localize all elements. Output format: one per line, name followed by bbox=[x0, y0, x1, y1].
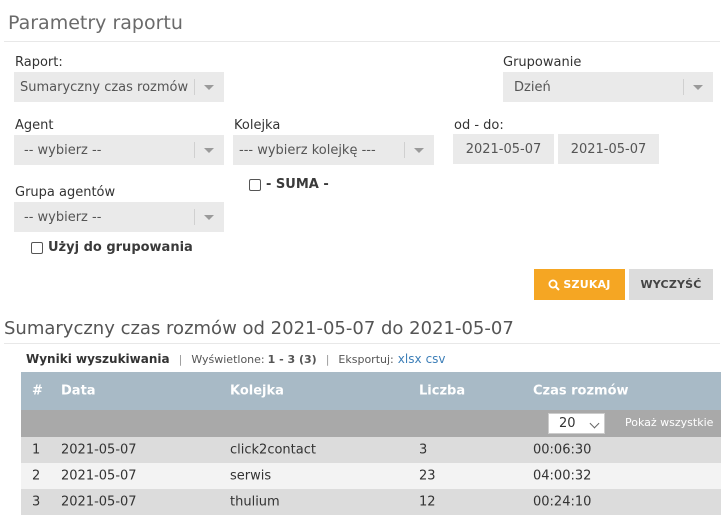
results-table: # Data Kolejka Liczba Czas rozmów 20 Pok… bbox=[21, 372, 721, 515]
row-queue: thulium bbox=[230, 494, 280, 510]
per-page-select[interactable]: 20 bbox=[548, 413, 605, 434]
date-from-value: 2021-05-07 bbox=[465, 141, 542, 157]
row-date: 2021-05-07 bbox=[61, 442, 137, 458]
grouping-select-value: Dzień bbox=[514, 79, 551, 95]
search-button-label: SZUKAJ bbox=[563, 278, 611, 291]
row-talk-time: 00:24:10 bbox=[533, 494, 592, 510]
clear-button-label: WYCZYŚĆ bbox=[640, 278, 702, 291]
export-xlsx-link[interactable]: xlsx bbox=[398, 352, 422, 366]
row-number: 2 bbox=[32, 468, 41, 484]
agent-group-select[interactable]: -- wybierz -- bbox=[14, 202, 224, 232]
shown-value: 1 - 3 (3) bbox=[267, 352, 317, 366]
use-for-grouping-row[interactable]: Użyj do grupowania bbox=[31, 240, 193, 255]
agent-select[interactable]: -- wybierz -- bbox=[14, 135, 224, 165]
column-header-talk-time[interactable]: Czas rozmów bbox=[533, 384, 629, 399]
row-queue: serwis bbox=[230, 468, 272, 484]
results-heading: Wyniki wyszukiwania bbox=[26, 352, 170, 366]
agent-group-label: Grupa agentów bbox=[15, 185, 116, 200]
row-date: 2021-05-07 bbox=[61, 494, 137, 510]
chevron-down-icon bbox=[683, 72, 713, 102]
row-talk-time: 04:00:32 bbox=[533, 468, 592, 484]
chevron-down-icon bbox=[404, 135, 434, 165]
queue-select-value: --- wybierz kolejkę --- bbox=[239, 142, 376, 158]
date-to-value: 2021-05-07 bbox=[570, 141, 647, 157]
row-count: 23 bbox=[419, 468, 436, 484]
row-count: 3 bbox=[419, 442, 428, 458]
column-header-date[interactable]: Data bbox=[61, 384, 96, 399]
use-for-grouping-label: Użyj do grupowania bbox=[48, 240, 193, 255]
search-button[interactable]: SZUKAJ bbox=[534, 269, 625, 300]
row-number: 1 bbox=[32, 442, 41, 458]
chevron-down-icon bbox=[194, 202, 224, 232]
chevron-down-icon bbox=[194, 72, 224, 102]
table-header: # Data Kolejka Liczba Czas rozmów bbox=[21, 372, 721, 410]
export-label: Eksportuj: bbox=[338, 352, 394, 366]
show-all-link[interactable]: Pokaż wszystkie bbox=[625, 416, 713, 429]
date-from-input[interactable]: 2021-05-07 bbox=[453, 134, 554, 164]
agent-group-select-value: -- wybierz -- bbox=[24, 209, 102, 225]
row-queue: click2contact bbox=[230, 442, 316, 458]
row-number: 3 bbox=[32, 494, 41, 510]
row-date: 2021-05-07 bbox=[61, 468, 137, 484]
table-row: 3 2021-05-07 thulium 12 00:24:10 bbox=[21, 489, 721, 515]
divider bbox=[4, 343, 720, 344]
column-header-count[interactable]: Liczba bbox=[419, 384, 465, 399]
date-range-label: od - do: bbox=[454, 118, 504, 133]
row-count: 12 bbox=[419, 494, 436, 510]
column-header-number[interactable]: # bbox=[32, 384, 43, 399]
results-title: Sumaryczny czas rozmów od 2021-05-07 do … bbox=[4, 318, 514, 339]
chevron-down-icon bbox=[589, 418, 600, 429]
queue-select[interactable]: --- wybierz kolejkę --- bbox=[233, 135, 434, 165]
per-page-value: 20 bbox=[559, 416, 576, 431]
report-select-value: Sumaryczny czas rozmów bbox=[20, 79, 189, 95]
report-label: Raport: bbox=[15, 55, 63, 70]
results-info-bar: Wyniki wyszukiwania | Wyświetlone: 1 - 3… bbox=[26, 352, 446, 366]
sum-checkbox-label: - SUMA - bbox=[266, 177, 329, 192]
sum-checkbox[interactable] bbox=[249, 178, 261, 191]
grouping-label: Grupowanie bbox=[503, 55, 582, 70]
report-select[interactable]: Sumaryczny czas rozmów bbox=[14, 72, 224, 102]
shown-label: Wyświetlone: bbox=[191, 352, 265, 366]
agent-label: Agent bbox=[15, 118, 54, 133]
search-icon bbox=[548, 279, 561, 291]
divider bbox=[4, 41, 720, 42]
use-for-grouping-checkbox[interactable] bbox=[31, 241, 43, 254]
clear-button[interactable]: WYCZYŚĆ bbox=[629, 269, 713, 300]
chevron-down-icon bbox=[194, 135, 224, 165]
row-talk-time: 00:06:30 bbox=[533, 442, 592, 458]
panel-title: Parametry raportu bbox=[8, 12, 183, 34]
table-toolbar: 20 Pokaż wszystkie bbox=[21, 410, 721, 437]
export-csv-link[interactable]: csv bbox=[426, 352, 446, 366]
table-row: 2 2021-05-07 serwis 23 04:00:32 bbox=[21, 463, 721, 489]
column-header-queue[interactable]: Kolejka bbox=[230, 384, 284, 399]
sum-checkbox-row[interactable]: - SUMA - bbox=[249, 177, 329, 192]
grouping-select[interactable]: Dzień bbox=[503, 72, 713, 102]
queue-label: Kolejka bbox=[234, 118, 281, 133]
agent-select-value: -- wybierz -- bbox=[24, 142, 102, 158]
date-to-input[interactable]: 2021-05-07 bbox=[558, 134, 659, 164]
table-row: 1 2021-05-07 click2contact 3 00:06:30 bbox=[21, 437, 721, 463]
